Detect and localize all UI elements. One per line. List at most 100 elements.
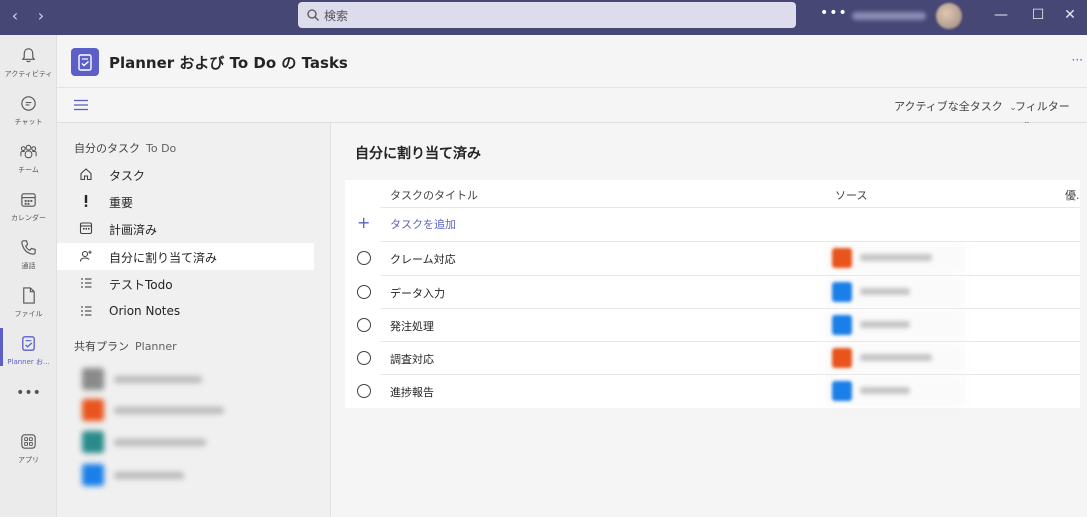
plan-name xyxy=(114,472,184,479)
task-title: データ入力 xyxy=(390,287,445,300)
plan-color-icon xyxy=(82,431,104,453)
task-row[interactable]: 進捗報告 xyxy=(345,375,1080,408)
plan-color-icon xyxy=(82,464,104,486)
list-title: 自分に割り当て済み xyxy=(355,146,481,162)
minimize-icon[interactable]: — xyxy=(992,6,1010,24)
rail-item-planner[interactable]: Planner お... xyxy=(0,329,57,375)
task-complete-radio[interactable] xyxy=(357,318,371,332)
section-subtitle: Planner xyxy=(135,340,177,353)
nav-item-list-testtodo[interactable]: テストTodo xyxy=(57,270,314,297)
task-complete-radio[interactable] xyxy=(357,251,371,265)
calendar-icon xyxy=(21,193,36,207)
add-task-row[interactable]: + タスクを追加 xyxy=(345,207,1080,241)
rail-label: カレンダー xyxy=(11,214,46,222)
rail-item-chat[interactable]: チャット xyxy=(0,89,57,135)
plan-color-icon xyxy=(82,368,104,390)
maximize-icon[interactable]: ☐ xyxy=(1029,6,1047,24)
task-title: 調査対応 xyxy=(390,353,434,366)
plan-color-icon xyxy=(82,399,104,421)
rail-item-calendar[interactable]: カレンダー xyxy=(0,185,57,231)
list-icon xyxy=(81,278,92,288)
nav-item-planned[interactable]: 計画済み xyxy=(57,215,314,242)
task-title: 発注処理 xyxy=(390,320,434,333)
scope-dropdown[interactable]: アクティブな全タスク ⌄ xyxy=(894,98,1017,114)
add-task-label: タスクを追加 xyxy=(390,218,456,231)
task-row[interactable]: 発注処理 xyxy=(345,309,1080,342)
teams-icon xyxy=(20,144,37,159)
task-row[interactable]: クレーム対応 xyxy=(345,242,1080,275)
rail-item-files[interactable]: ファイル xyxy=(0,281,57,327)
task-complete-radio[interactable] xyxy=(357,384,371,398)
back-arrow-icon[interactable]: ‹ xyxy=(6,7,24,25)
rail-label: アクティビティ xyxy=(4,70,53,78)
task-list-nav: 自分のタスク To Do タスク 重要 計画済み 自分に割り当て済み テストTo… xyxy=(57,123,331,517)
nav-item-assigned-to-me[interactable]: 自分に割り当て済み xyxy=(57,243,314,270)
search-icon xyxy=(307,9,319,21)
source-plan-name xyxy=(860,354,932,361)
section-subtitle: To Do xyxy=(146,142,177,155)
apps-icon xyxy=(21,434,36,449)
task-table: タスクのタイトル ソース 優. + タスクを追加 クレーム対応 データ入力 発注 xyxy=(345,180,1080,408)
shared-plan-item[interactable] xyxy=(82,368,262,392)
rail-item-calls[interactable]: 通話 xyxy=(0,233,57,279)
bell-icon xyxy=(21,48,36,63)
more-options-icon[interactable]: ••• xyxy=(820,5,848,21)
rail-label: 通話 xyxy=(21,262,36,270)
scope-dropdown-label: アクティブな全タスク xyxy=(894,100,1003,113)
rail-label: チャット xyxy=(14,118,43,126)
nav-item-label: 重要 xyxy=(109,196,134,210)
plus-icon: + xyxy=(357,213,371,232)
search-placeholder: 検索 xyxy=(324,9,349,23)
search-input[interactable]: 検索 xyxy=(298,2,796,28)
column-header-priority[interactable]: 優. xyxy=(1065,187,1080,203)
plan-name xyxy=(114,407,224,414)
task-main-area: 自分に割り当て済み タスクのタイトル ソース 優. + タスクを追加 クレーム対… xyxy=(332,123,1087,517)
task-complete-radio[interactable] xyxy=(357,351,371,365)
source-plan-name xyxy=(860,321,910,328)
rail-item-teams[interactable]: チーム xyxy=(0,137,57,183)
calendar-icon xyxy=(79,222,93,235)
nav-item-list-orion-notes[interactable]: Orion Notes xyxy=(57,298,314,325)
app-rail: アクティビティ チャット チーム カレンダー 通話 ファイル Planner お… xyxy=(0,35,57,517)
source-plan-icon xyxy=(832,315,852,335)
source-plan-icon xyxy=(832,348,852,368)
shared-plan-item[interactable] xyxy=(82,431,262,455)
my-tasks-section: 自分のタスク To Do xyxy=(74,140,176,156)
column-header-source[interactable]: ソース xyxy=(835,187,867,203)
shared-plan-item[interactable] xyxy=(82,399,262,423)
planner-icon xyxy=(22,336,35,351)
nav-item-label: テストTodo xyxy=(109,278,173,292)
more-apps-icon[interactable]: ••• xyxy=(0,385,57,401)
section-title: 共有プラン xyxy=(74,340,129,353)
nav-item-tasks[interactable]: タスク xyxy=(57,161,314,188)
shared-plan-item[interactable] xyxy=(82,464,262,488)
chat-icon xyxy=(21,96,36,111)
plan-name xyxy=(114,376,202,383)
close-icon[interactable]: ✕ xyxy=(1061,6,1079,24)
forward-arrow-icon[interactable]: › xyxy=(32,7,50,25)
home-icon xyxy=(80,168,92,181)
source-plan-icon xyxy=(832,381,852,401)
phone-icon xyxy=(21,240,36,255)
section-title: 自分のタスク xyxy=(74,142,140,155)
task-complete-radio[interactable] xyxy=(357,285,371,299)
task-title: 進捗報告 xyxy=(390,386,434,399)
source-plan-icon xyxy=(832,248,852,268)
source-plan-name xyxy=(860,254,932,261)
rail-item-apps[interactable]: アプリ xyxy=(0,427,57,473)
hamburger-menu-icon[interactable] xyxy=(73,99,89,111)
avatar[interactable] xyxy=(936,3,962,29)
column-header-title[interactable]: タスクのタイトル xyxy=(390,187,478,203)
task-row[interactable]: データ入力 xyxy=(345,276,1080,309)
page-title: Planner および To Do の Tasks xyxy=(109,54,348,72)
shared-plans-section: 共有プラン Planner xyxy=(74,338,177,354)
rail-item-activity[interactable]: アクティビティ xyxy=(0,41,57,87)
source-plan-name xyxy=(860,387,910,394)
person-assigned-icon xyxy=(79,250,92,262)
task-row[interactable]: 調査対応 xyxy=(345,342,1080,375)
plan-name xyxy=(114,439,206,446)
nav-item-label: 計画済み xyxy=(109,223,158,237)
toolbar: アクティブな全タスク ⌄ フィルター ⌄ xyxy=(57,88,1087,127)
header-more-icon[interactable]: ··· xyxy=(1072,53,1083,67)
nav-item-important[interactable]: 重要 xyxy=(57,188,314,215)
